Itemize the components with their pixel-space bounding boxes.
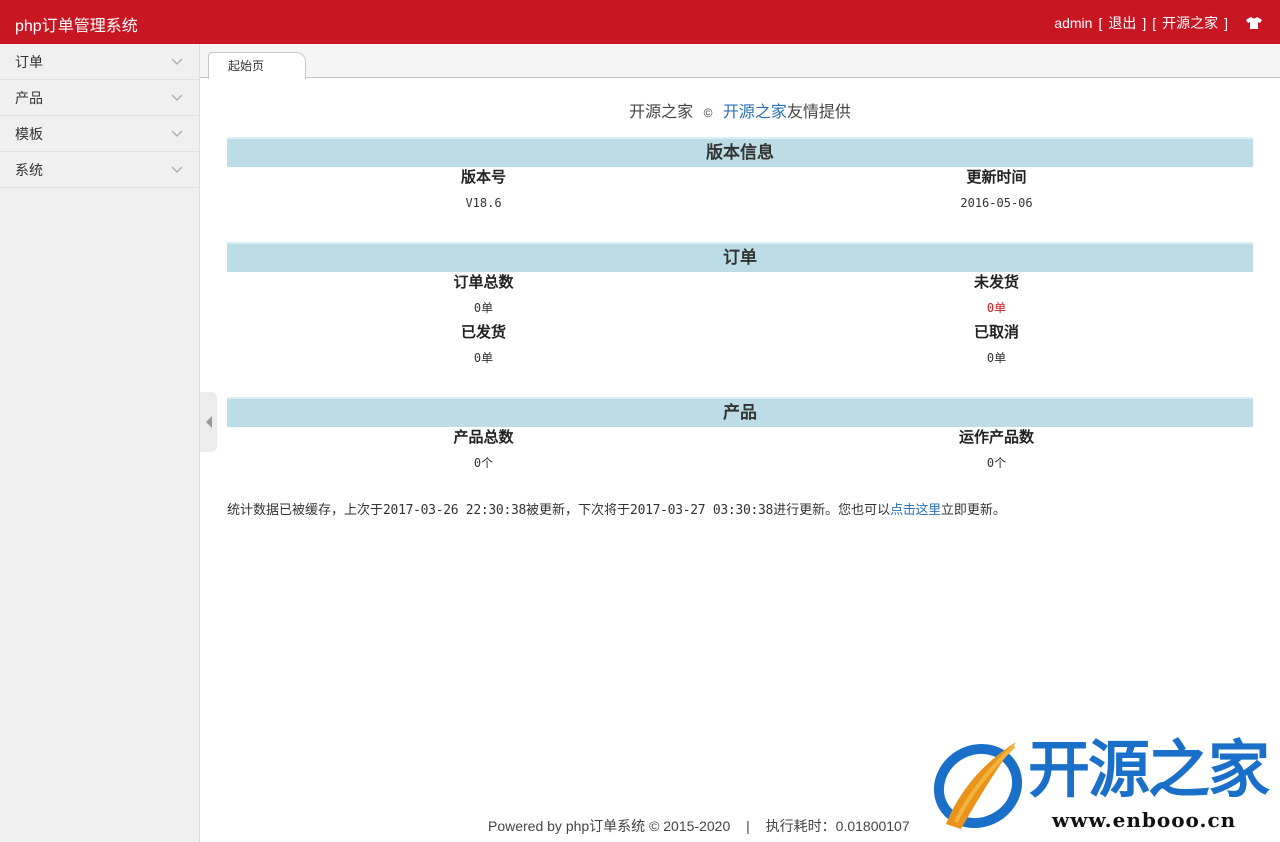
cell-label: 已取消: [973, 324, 1019, 341]
bracket-open: [: [1098, 15, 1103, 31]
username: admin: [1054, 15, 1093, 31]
cell-label: 订单总数: [453, 274, 514, 291]
sidebar-item-templates[interactable]: 模板: [0, 116, 199, 152]
cell-value: 0单: [473, 351, 494, 365]
main-content: 开源之家 © 开源之家友情提供 版本信息 版本号 V18.6 更新时间 2016…: [227, 78, 1253, 518]
refresh-now-link[interactable]: 点击这里: [890, 502, 941, 517]
next-update-time: 2017-03-27 03:30:38: [630, 503, 774, 518]
sidebar-collapse-handle[interactable]: [200, 392, 217, 452]
watermark-swoosh-icon: [933, 742, 1023, 829]
note-text: 统计数据已被缓存，上次于: [227, 502, 384, 517]
shipped-cell: 已发货 0单: [227, 322, 740, 372]
cell-value: 0单: [473, 301, 494, 315]
cell-value: 0个: [473, 456, 494, 470]
logout-link[interactable]: 退出: [1108, 13, 1136, 33]
sidebar-item-label: 模板: [15, 125, 43, 142]
credits-prefix: 开源之家: [629, 104, 694, 121]
cell-value: 2016-05-06: [960, 196, 1033, 210]
chevron-down-icon: [171, 94, 183, 102]
cell-label: 产品总数: [453, 429, 514, 446]
products-section: 产品 产品总数 0个 运作产品数 0个: [227, 397, 1253, 477]
version-cell: 版本号 V18.6: [227, 167, 740, 217]
cell-value: V18.6: [465, 196, 502, 210]
top-header: php订单管理系统 admin [ 退出 ] [ 开源之家 ]: [0, 0, 1280, 44]
cell-label: 更新时间: [966, 169, 1027, 186]
last-update-time: 2017-03-26 22:30:38: [383, 503, 527, 518]
chevron-down-icon: [171, 130, 183, 138]
sidebar-item-products[interactable]: 产品: [0, 80, 199, 116]
section-title: 产品: [227, 397, 1253, 427]
cell-value: 0单: [986, 301, 1007, 315]
user-area: admin [ 退出 ] [ 开源之家 ]: [1054, 14, 1280, 32]
credits-suffix: 友情提供: [786, 104, 851, 121]
active-products-cell: 运作产品数 0个: [740, 427, 1253, 477]
section-title: 订单: [227, 242, 1253, 272]
sidebar-item-label: 订单: [15, 53, 43, 70]
credits-line: 开源之家 © 开源之家友情提供: [227, 98, 1253, 121]
note-text: 进行更新。您也可以: [773, 502, 891, 517]
cache-note: 统计数据已被缓存，上次于2017-03-26 22:30:38被更新，下次将于2…: [227, 499, 1253, 518]
unshipped-cell: 未发货 0单: [740, 272, 1253, 322]
note-text: 被更新，下次将于: [526, 502, 631, 517]
sidebar-item-label: 产品: [15, 89, 43, 106]
cell-label: 已发货: [460, 324, 506, 341]
cell-value: 0个: [986, 456, 1007, 470]
chevron-down-icon: [171, 58, 183, 66]
cell-label: 版本号: [460, 169, 506, 186]
cell-label: 未发货: [973, 274, 1019, 291]
watermark-url: www.enbooo.cn: [1052, 808, 1237, 832]
exec-time: 执行耗时：0.01800107: [765, 818, 910, 834]
shirt-icon[interactable]: [1246, 17, 1262, 29]
sidebar-item-orders[interactable]: 订单: [0, 44, 199, 80]
note-text: 立即更新。: [940, 502, 1006, 517]
watermark-text: 开源之家: [1028, 733, 1270, 806]
tab-bar: 起始页: [200, 44, 1280, 79]
update-time-cell: 更新时间 2016-05-06: [740, 167, 1253, 217]
total-products-cell: 产品总数 0个: [227, 427, 740, 477]
chevron-left-icon: [205, 416, 212, 428]
tab-label: 起始页: [228, 59, 265, 73]
sidebar-item-label: 系统: [15, 161, 43, 178]
sidebar: 订单 产品 模板 系统: [0, 44, 200, 842]
watermark-logo: 开源之家 www.enbooo.cn: [920, 730, 1280, 840]
cell-label: 运作产品数: [958, 429, 1034, 446]
sidebar-item-system[interactable]: 系统: [0, 152, 199, 188]
cell-value: 0单: [986, 351, 1007, 365]
version-section: 版本信息 版本号 V18.6 更新时间 2016-05-06: [227, 137, 1253, 217]
powered-by: Powered by php订单系统 © 2015-2020: [488, 818, 731, 834]
footer: Powered by php订单系统 © 2015-2020 | 执行耗时：0.…: [488, 816, 910, 836]
app-title: php订单管理系统: [15, 18, 138, 35]
footer-separator: |: [746, 818, 750, 834]
total-orders-cell: 订单总数 0单: [227, 272, 740, 322]
bracket-close: ]: [1224, 15, 1228, 31]
orders-section: 订单 订单总数 0单 未发货 0单 已发货 0单 已取消 0单: [227, 242, 1253, 372]
copyright-sign: ©: [703, 106, 713, 120]
section-title: 版本信息: [227, 137, 1253, 167]
bracket-close: ]: [1142, 15, 1147, 31]
cancelled-cell: 已取消 0单: [740, 322, 1253, 372]
chevron-down-icon: [171, 166, 183, 174]
bracket-open: [: [1152, 15, 1157, 31]
site-link[interactable]: 开源之家: [1162, 13, 1218, 33]
credits-link[interactable]: 开源之家: [723, 104, 787, 121]
